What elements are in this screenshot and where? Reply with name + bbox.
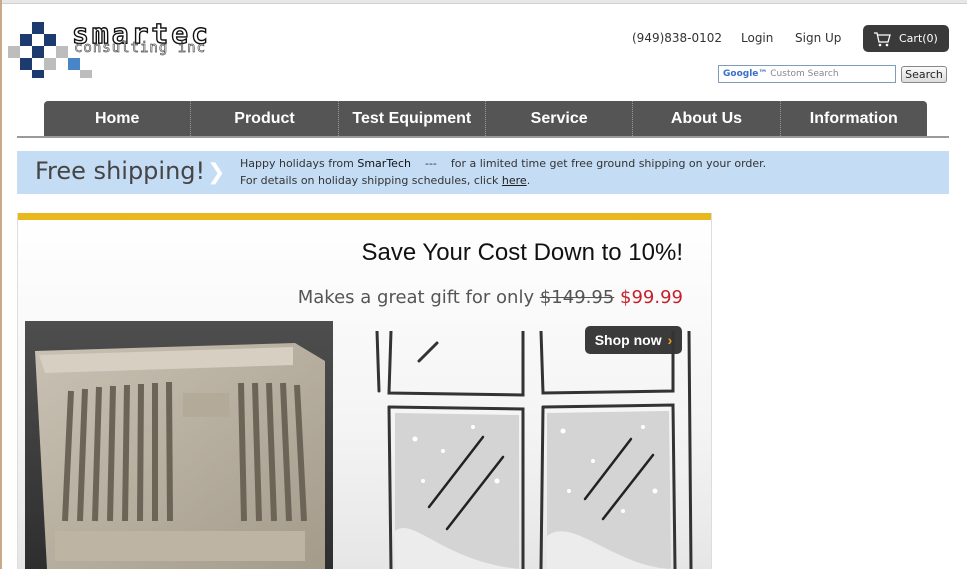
old-price: $149.95 xyxy=(539,287,615,308)
logo-square xyxy=(44,34,56,46)
cart-label: Cart(0) xyxy=(899,32,938,45)
free-shipping-title: Free shipping! xyxy=(35,157,206,185)
site-logo[interactable]: smartec consulting inc xyxy=(8,19,228,80)
nav-item-product[interactable]: Product xyxy=(191,101,339,136)
shipping-line-2: For details on holiday shipping schedule… xyxy=(240,174,530,187)
nav-divider xyxy=(17,136,949,138)
shipping-line-1-post: for a limited time get free ground shipp… xyxy=(450,157,767,170)
new-price: $99.99 xyxy=(620,287,683,308)
nav-item-about-us[interactable]: About Us xyxy=(633,101,781,136)
search-button[interactable]: Search xyxy=(901,66,947,83)
login-link[interactable]: Login xyxy=(741,31,773,45)
shipping-line-1: Happy holidays from SmarTech --- for a l… xyxy=(240,157,766,170)
logo-square xyxy=(80,70,92,78)
promo-banner: Save Your Cost Down to 10%! Makes a grea… xyxy=(17,213,712,569)
logo-square xyxy=(20,58,32,70)
promo-headline: Save Your Cost Down to 10%! xyxy=(361,239,683,266)
phone-number: (949)838-0102 xyxy=(632,31,723,45)
nav-item-test-equipment[interactable]: Test Equipment xyxy=(339,101,486,136)
window-left-edge xyxy=(0,0,2,569)
logo-square xyxy=(32,70,44,78)
logo-square xyxy=(32,22,44,34)
free-shipping-banner: Free shipping! ❯ Happy holidays from Sma… xyxy=(17,151,949,194)
chevron-right-icon: ❯ xyxy=(207,160,226,185)
shipping-line-1-pre: Happy holidays from xyxy=(240,157,354,170)
nav-item-home[interactable]: Home xyxy=(44,101,192,136)
logo-square xyxy=(8,46,20,58)
window-illustration xyxy=(375,331,693,569)
nav-item-service[interactable]: Service xyxy=(486,101,634,136)
logo-subtitle: consulting inc xyxy=(74,40,207,57)
search-placeholder: Custom Search xyxy=(770,69,839,79)
nav-item-information[interactable]: Information xyxy=(781,101,927,136)
product-image[interactable] xyxy=(25,321,333,569)
shipping-brand: SmarTech xyxy=(357,157,411,170)
shipping-details-link[interactable]: here xyxy=(502,174,527,187)
search-input[interactable]: Google™ Custom Search xyxy=(718,65,896,83)
logo-square xyxy=(56,46,68,58)
logo-square xyxy=(32,46,44,58)
shipping-line-2-pre: For details on holiday shipping schedule… xyxy=(240,174,499,187)
logo-square xyxy=(44,58,56,70)
cart-button[interactable]: Cart(0) xyxy=(863,25,949,52)
signup-link[interactable]: Sign Up xyxy=(795,31,841,45)
google-logo: Google™ xyxy=(723,69,768,79)
gift-text: Makes a great gift for only xyxy=(297,287,535,308)
logo-square xyxy=(20,34,32,46)
promo-price-line: Makes a great gift for only $149.95 $99.… xyxy=(298,287,683,308)
main-nav: Home Product Test Equipment Service Abou… xyxy=(44,101,927,136)
shipping-separator: --- xyxy=(424,157,437,170)
cart-icon xyxy=(874,31,891,46)
shipping-line-2-post: . xyxy=(526,174,531,187)
logo-square xyxy=(68,58,80,70)
banner-accent-bar xyxy=(18,213,711,220)
window-top-edge xyxy=(0,0,967,4)
